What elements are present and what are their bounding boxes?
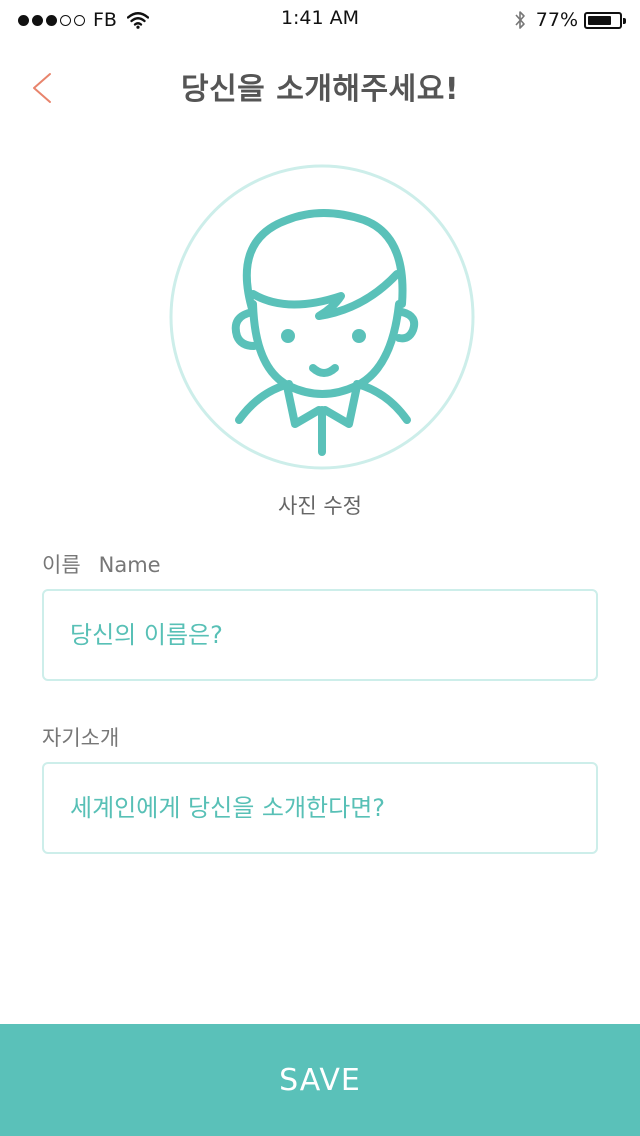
battery-percent: 77% bbox=[535, 9, 578, 31]
battery-level-fill bbox=[588, 15, 611, 25]
status-bar: FB 1:41 AM 77% bbox=[0, 0, 640, 40]
bluetooth-icon bbox=[515, 11, 525, 29]
battery-cap bbox=[623, 17, 626, 24]
name-label: 이름 Name bbox=[42, 549, 161, 579]
intro-label: 자기소개 bbox=[42, 726, 120, 750]
name-label-ko: 이름 bbox=[42, 553, 81, 577]
boy-avatar-icon bbox=[169, 164, 475, 470]
intro-input[interactable] bbox=[44, 764, 596, 852]
battery-icon bbox=[584, 11, 626, 29]
save-button[interactable]: SAVE bbox=[0, 1024, 640, 1136]
name-field[interactable] bbox=[42, 589, 598, 681]
name-label-en: Name bbox=[98, 553, 161, 577]
edit-photo-link[interactable]: 사진 수정 bbox=[0, 490, 640, 520]
name-input[interactable] bbox=[44, 591, 596, 679]
intro-field[interactable] bbox=[42, 762, 598, 854]
page-title: 당신을 소개해주세요! bbox=[180, 72, 460, 107]
profile-photo[interactable] bbox=[169, 164, 475, 470]
nav-header: 당신을 소개해주세요! bbox=[0, 50, 640, 120]
status-right: 77% bbox=[514, 7, 626, 33]
